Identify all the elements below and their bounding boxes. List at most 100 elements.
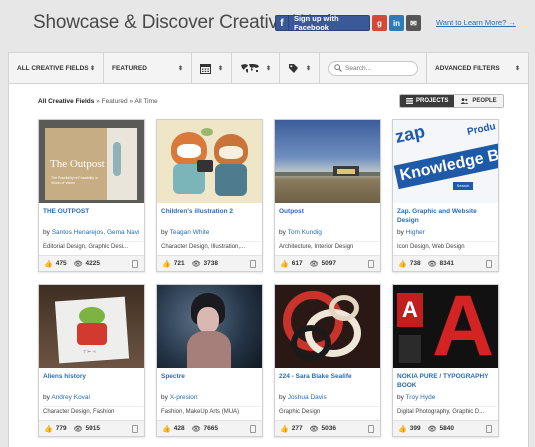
owner-link[interactable]: Higher [406, 229, 425, 236]
project-title[interactable]: Children's illustration 2 [161, 207, 259, 216]
project-title[interactable]: NOKIA PURE / TYPOGRAPHY BOOK [397, 372, 495, 390]
updown-arrow-icon: ⬍ [89, 65, 95, 72]
thumb-zap-banner: Knowledge B [393, 142, 498, 190]
people-tab[interactable]: PEOPLE [454, 95, 503, 107]
by-label: by [161, 229, 168, 236]
owner-link[interactable]: Troy Hyde [406, 394, 436, 401]
google-plus-icon[interactable]: g [372, 15, 387, 31]
facebook-signup-label: Sign up with Facebook [293, 14, 339, 32]
project-stats: 👍 475 👁 4225 [39, 255, 144, 271]
sort-dropdown[interactable]: FEATURED ⬍ [104, 53, 192, 83]
owner-link[interactable]: Tom Kundig [288, 229, 322, 236]
project-card[interactable]: Spectre by X-presion Fashion, MakeUp Art… [156, 284, 263, 437]
breadcrumb-time[interactable]: All Time [135, 98, 158, 105]
project-title[interactable]: Spectre [161, 372, 259, 381]
thumbs-up-icon: 👍 [44, 260, 53, 268]
people-icon [460, 98, 469, 104]
updown-arrow-icon: ⬍ [514, 65, 520, 72]
top-header: Showcase & Discover Creative Work: f Sig… [0, 0, 535, 52]
appreciation-count: 428 [173, 425, 185, 432]
thumb-alien-letters: ⊤⊢⊣ [83, 349, 97, 354]
project-fields: Architecture, Interior Design [279, 241, 379, 250]
project-title[interactable]: Aliens history [43, 372, 141, 381]
project-card[interactable]: The Outpost The Possibility of Possibili… [38, 119, 145, 272]
appreciation-count: 738 [409, 260, 421, 267]
owner-link[interactable]: Teagan White [170, 229, 210, 236]
project-card[interactable]: ⊤⊢⊣ Aliens history by Andrey Koval Chara… [38, 284, 145, 437]
time-filter-dropdown[interactable]: ⬍ [192, 53, 232, 83]
view-count: 5840 [439, 425, 454, 432]
email-icon[interactable]: ✉ [406, 15, 421, 31]
project-thumbnail[interactable]: zap Knowledge B Search Produ [393, 120, 498, 203]
thumbs-up-icon: 👍 [162, 260, 171, 268]
by-label: by [43, 394, 50, 401]
project-card[interactable]: Outpost by Tom Kundig Architecture, Inte… [274, 119, 381, 272]
ribbon-icon [132, 425, 138, 433]
advanced-filters-dropdown[interactable]: ADVANCED FILTERS ⬍ [427, 53, 528, 83]
linkedin-icon[interactable]: in [389, 15, 404, 31]
breadcrumb-separator: » [96, 98, 100, 105]
facebook-signup-button[interactable]: f Sign up with Facebook [275, 14, 370, 32]
location-filter-dropdown[interactable]: ⬍ [232, 53, 280, 83]
project-owner: by Andrey Koval [43, 394, 143, 401]
owner-link[interactable]: Andrey Koval [51, 394, 90, 401]
breadcrumb: All Creative Fields » Featured » All Tim… [38, 98, 158, 105]
ribbon-icon [368, 260, 374, 268]
ribbon-icon [250, 425, 256, 433]
thumbs-up-icon: 👍 [162, 425, 171, 433]
grid-icon [406, 98, 413, 104]
project-thumbnail[interactable] [275, 120, 380, 203]
breadcrumb-fields[interactable]: All Creative Fields [38, 98, 94, 105]
project-card[interactable]: Children's illustration 2 by Teagan Whit… [156, 119, 263, 272]
project-owner: by Santos Henarejos, Gema Navi [43, 229, 143, 236]
project-title[interactable]: Outpost [279, 207, 377, 216]
project-title[interactable]: 224 - Sara Blake Sealife [279, 372, 377, 381]
ribbon-icon [250, 260, 256, 268]
sort-label: FEATURED [112, 64, 147, 72]
project-title[interactable]: THE OUTPOST [43, 207, 141, 216]
owner-link[interactable]: Joshua Davis [288, 394, 327, 401]
project-stats: 👍 779 👁 5915 [39, 420, 144, 436]
project-thumbnail[interactable]: ⊤⊢⊣ [39, 285, 144, 368]
project-fields: Icon Design, Web Design [397, 241, 497, 250]
search-box[interactable] [328, 60, 418, 76]
creative-fields-dropdown[interactable]: ALL CREATIVE FIELDS ⬍ [9, 53, 104, 83]
updown-arrow-icon: ⬍ [177, 65, 183, 72]
appreciation-count: 399 [409, 425, 421, 432]
eye-icon: 👁 [309, 425, 319, 433]
by-label: by [279, 394, 286, 401]
project-thumbnail[interactable] [157, 120, 262, 203]
globe-icon [241, 63, 259, 73]
eye-icon: 👁 [427, 260, 437, 268]
owner-link[interactable]: X-presion [170, 394, 198, 401]
project-thumbnail[interactable]: The Outpost The Possibility of Possibili… [39, 120, 144, 203]
project-card[interactable]: 224 - Sara Blake Sealife by Joshua Davis… [274, 284, 381, 437]
view-count: 4225 [85, 260, 100, 267]
learn-more-link[interactable]: Want to Learn More? → [436, 18, 516, 27]
breadcrumb-featured[interactable]: Featured [102, 98, 128, 105]
project-owner: by Joshua Davis [279, 394, 379, 401]
project-owner: by X-presion [161, 394, 261, 401]
project-thumbnail[interactable]: A A [393, 285, 498, 368]
project-stats: 👍 738 👁 8341 [393, 255, 498, 271]
project-fields: Digital Photography, Graphic D... [397, 406, 497, 415]
thumbs-up-icon: 👍 [44, 425, 53, 433]
project-card[interactable]: A A NOKIA PURE / TYPOGRAPHY BOOK by Troy… [392, 284, 499, 437]
project-thumbnail[interactable] [157, 285, 262, 368]
projects-tab[interactable]: PROJECTS [400, 95, 455, 107]
ribbon-icon [486, 425, 492, 433]
project-stats: 👍 277 👁 5036 [275, 420, 380, 436]
eye-icon: 👁 [427, 425, 437, 433]
project-card[interactable]: zap Knowledge B Search Produ Zap. Graphi… [392, 119, 499, 272]
project-thumbnail[interactable] [275, 285, 380, 368]
eye-icon: 👁 [73, 260, 83, 268]
owner-link[interactable]: Santos Henarejos, Gema Navi [52, 229, 140, 236]
thumbs-up-icon: 👍 [280, 425, 289, 433]
eye-icon: 👁 [191, 425, 201, 433]
appreciation-count: 617 [291, 260, 303, 267]
tag-filter-dropdown[interactable]: ⬍ [280, 53, 320, 83]
project-title[interactable]: Zap. Graphic and Website Design [397, 207, 495, 225]
search-input[interactable] [345, 64, 417, 72]
view-count: 7665 [203, 425, 218, 432]
project-fields: Character Design, Fashion [43, 406, 143, 415]
